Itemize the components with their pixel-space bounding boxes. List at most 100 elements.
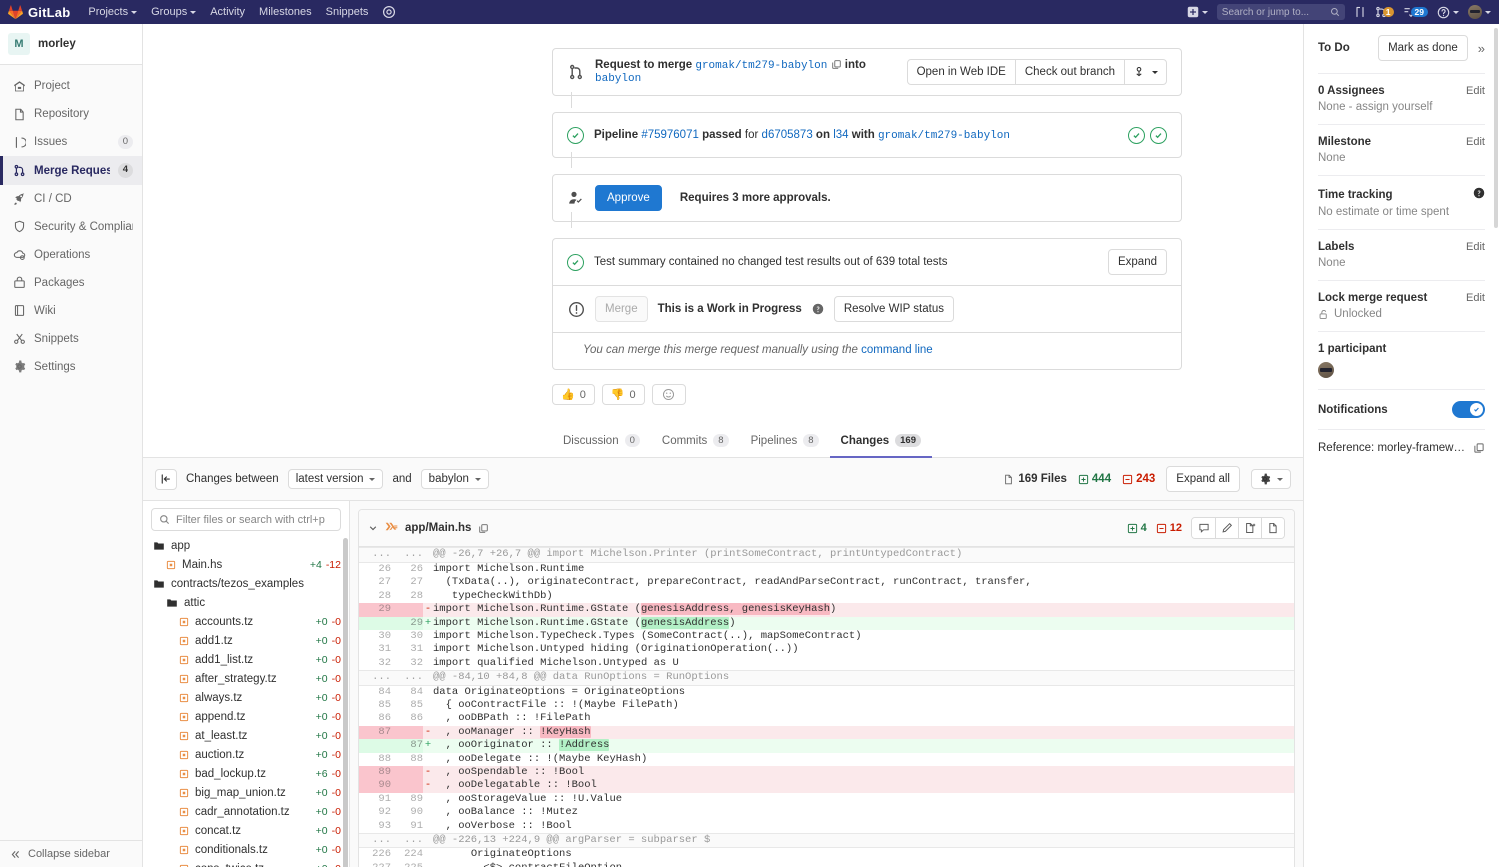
version-select[interactable]: latest version xyxy=(287,469,384,490)
diff-new-line-number[interactable] xyxy=(391,765,423,780)
tab-pipelines[interactable]: Pipelines 8 xyxy=(740,426,830,458)
diff-old-line-number[interactable]: 85 xyxy=(359,698,391,713)
diff-new-line-number[interactable]: 31 xyxy=(391,643,423,657)
sidebar-item-operations[interactable]: Operations xyxy=(0,241,142,269)
sidebar-item-merge-requests[interactable]: Merge Requests 4 xyxy=(0,156,142,186)
wip-help-icon[interactable] xyxy=(812,303,824,315)
topnav-link-snippets[interactable]: Snippets xyxy=(326,6,369,18)
pipeline-id-link[interactable]: #75976071 xyxy=(641,129,699,141)
user-menu[interactable] xyxy=(1468,5,1491,19)
target-branch-select[interactable]: babylon xyxy=(420,469,489,490)
sidebar-scrollbar[interactable] xyxy=(1494,28,1498,228)
file-filter-input[interactable]: Filter files or search with ctrl+p xyxy=(151,508,341,532)
file-tree-folder[interactable]: app xyxy=(143,536,349,555)
diff-new-line-number[interactable]: ... xyxy=(391,670,423,686)
sidebar-item-security-compliance[interactable]: Security & Compliance xyxy=(0,213,142,241)
check-out-branch-button[interactable]: Check out branch xyxy=(1014,59,1125,86)
thumbsdown-award-button[interactable]: 👎 0 xyxy=(601,384,645,406)
topnav-link-projects[interactable]: Projects xyxy=(88,6,138,18)
file-options-icon[interactable] xyxy=(1261,518,1284,539)
source-branch-link[interactable]: gromak/tm279-babylon xyxy=(695,60,827,72)
tab-commits[interactable]: Commits 8 xyxy=(651,426,740,458)
pipeline-ref-link[interactable]: l34 xyxy=(833,129,848,141)
diff-new-line-number[interactable]: 30 xyxy=(391,629,423,644)
diff-old-line-number[interactable]: ... xyxy=(359,670,391,686)
file-tree-file[interactable]: add1_list.tz +0 -0 xyxy=(143,650,349,669)
diff-old-line-number[interactable]: 226 xyxy=(359,847,391,862)
search-input[interactable]: Search or jump to... xyxy=(1216,4,1345,20)
diff-new-line-number[interactable]: 90 xyxy=(391,806,423,820)
diff-old-line-number[interactable]: 29 xyxy=(359,603,391,617)
diff-new-line-number[interactable]: 29 xyxy=(391,616,423,630)
topnav-link-milestones[interactable]: Milestones xyxy=(259,6,312,18)
plus-square-icon[interactable] xyxy=(1187,6,1208,18)
sidebar-item-repository[interactable]: Repository xyxy=(0,100,142,128)
notifications-toggle[interactable] xyxy=(1452,401,1485,419)
assignees-value[interactable]: None - assign yourself xyxy=(1318,101,1485,113)
sidebar-item-wiki[interactable]: Wiki xyxy=(0,297,142,325)
diff-new-line-number[interactable]: 88 xyxy=(391,752,423,766)
time-tracking-help-icon[interactable] xyxy=(1473,187,1485,202)
file-tree-file[interactable]: Main.hs +4 -12 xyxy=(143,555,349,574)
diff-new-line-number[interactable]: 28 xyxy=(391,589,423,604)
diff-new-line-number[interactable]: 84 xyxy=(391,685,423,699)
diff-old-line-number[interactable]: 86 xyxy=(359,712,391,726)
copy-branch-icon[interactable] xyxy=(831,59,842,70)
view-file-icon[interactable] xyxy=(1238,518,1261,539)
file-tree-scrollbar[interactable] xyxy=(343,538,348,867)
thumbsup-award-button[interactable]: 👍 0 xyxy=(552,384,595,406)
collapse-sidebar-button[interactable]: Collapse sidebar xyxy=(0,840,142,867)
file-tree-file[interactable]: add1.tz +0 -0 xyxy=(143,631,349,650)
diff-new-line-number[interactable]: 32 xyxy=(391,656,423,671)
assignees-edit-button[interactable]: Edit xyxy=(1466,85,1485,97)
diff-old-line-number[interactable]: 88 xyxy=(359,752,391,766)
sidebar-item-project[interactable]: Project xyxy=(0,72,142,100)
file-tree-file[interactable]: conditionals.tz +0 -0 xyxy=(143,840,349,859)
sidebar-item-settings[interactable]: Settings xyxy=(0,353,142,381)
diff-old-line-number[interactable]: 84 xyxy=(359,685,391,699)
pipeline-stage-success-icon[interactable] xyxy=(1150,126,1167,144)
help-icon[interactable] xyxy=(1437,6,1459,19)
diff-new-line-number[interactable]: ... xyxy=(391,547,423,563)
topnav-link-activity[interactable]: Activity xyxy=(210,6,245,18)
file-tree-file[interactable]: cadr_annotation.tz +0 -0 xyxy=(143,802,349,821)
diff-old-line-number[interactable]: ... xyxy=(359,547,391,563)
labels-edit-button[interactable]: Edit xyxy=(1466,241,1485,253)
diff-old-line-number[interactable]: 227 xyxy=(359,861,391,867)
file-tree-file[interactable]: bad_lockup.tz +6 -0 xyxy=(143,764,349,783)
file-tree-file[interactable]: big_map_union.tz +0 -0 xyxy=(143,783,349,802)
project-context-header[interactable]: M morley xyxy=(0,24,142,65)
approve-button[interactable]: Approve xyxy=(595,185,662,212)
file-tree-file[interactable]: always.tz +0 -0 xyxy=(143,688,349,707)
diff-new-line-number[interactable] xyxy=(391,603,423,617)
diff-old-line-number[interactable]: 32 xyxy=(359,656,391,671)
file-tree-file[interactable]: at_least.tz +0 -0 xyxy=(143,726,349,745)
tab-discussion[interactable]: Discussion 0 xyxy=(552,426,651,458)
diff-old-line-number[interactable]: 27 xyxy=(359,576,391,590)
diff-old-line-number[interactable]: 93 xyxy=(359,819,391,834)
diff-old-line-number[interactable]: 90 xyxy=(359,779,391,793)
gitlab-logo[interactable]: GitLab xyxy=(8,5,70,20)
diff-new-line-number[interactable]: 85 xyxy=(391,698,423,713)
file-tree-list[interactable]: app Main.hs +4 -12 contracts/tezos_examples a… xyxy=(143,536,349,867)
issues-icon[interactable] xyxy=(1354,6,1366,18)
diff-old-line-number[interactable]: 91 xyxy=(359,792,391,807)
toggle-file-tree-button[interactable] xyxy=(155,468,177,490)
diff-new-line-number[interactable]: 86 xyxy=(391,712,423,726)
diff-old-line-number[interactable] xyxy=(359,739,391,753)
copy-path-icon[interactable] xyxy=(478,523,489,534)
diff-old-line-number[interactable]: 92 xyxy=(359,806,391,820)
lifebuoy-icon[interactable] xyxy=(382,5,396,19)
pipeline-commit-link[interactable]: d6705873 xyxy=(762,129,813,141)
diff-new-line-number[interactable]: 26 xyxy=(391,562,423,577)
diff-old-line-number[interactable] xyxy=(359,616,391,630)
diff-old-line-number[interactable]: 28 xyxy=(359,589,391,604)
file-tree-file[interactable]: accounts.tz +0 -0 xyxy=(143,612,349,631)
sidebar-item-packages[interactable]: Packages xyxy=(0,269,142,297)
lock-edit-button[interactable]: Edit xyxy=(1466,292,1485,304)
command-line-link[interactable]: command line xyxy=(861,344,933,356)
diff-new-line-number[interactable]: ... xyxy=(391,832,423,849)
tab-changes[interactable]: Changes 169 xyxy=(829,426,932,459)
diff-new-line-number[interactable] xyxy=(391,725,423,740)
diff-old-line-number[interactable]: ... xyxy=(359,832,391,849)
